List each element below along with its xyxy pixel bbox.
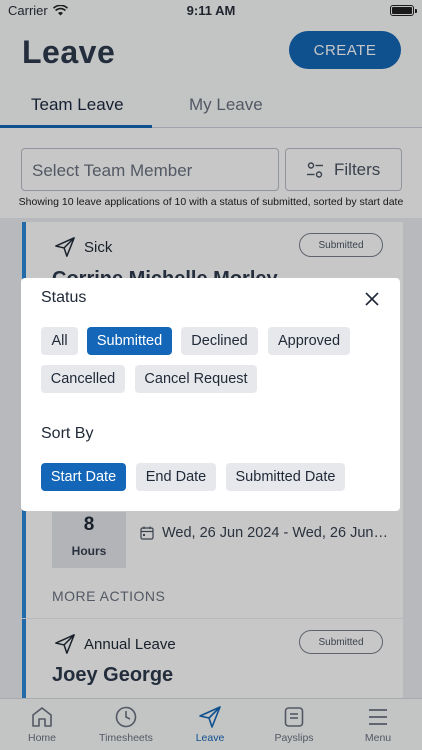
sort-chip-submitted-date[interactable]: Submitted Date xyxy=(226,463,345,491)
status-chip-submitted[interactable]: Submitted xyxy=(87,327,172,355)
sort-chip-start-date[interactable]: Start Date xyxy=(41,463,126,491)
filter-modal: Status All Submitted Declined Approved C… xyxy=(21,278,400,511)
status-chip-approved[interactable]: Approved xyxy=(268,327,350,355)
status-chip-all[interactable]: All xyxy=(41,327,78,355)
status-chip-cancelled[interactable]: Cancelled xyxy=(41,365,125,393)
status-heading: Status xyxy=(41,289,87,306)
status-chip-cancel-request[interactable]: Cancel Request xyxy=(135,365,257,393)
sort-chip-end-date[interactable]: End Date xyxy=(136,463,216,491)
close-icon xyxy=(365,292,379,306)
close-button[interactable] xyxy=(361,288,383,310)
status-chip-declined[interactable]: Declined xyxy=(181,327,258,355)
sort-heading: Sort By xyxy=(41,425,94,442)
